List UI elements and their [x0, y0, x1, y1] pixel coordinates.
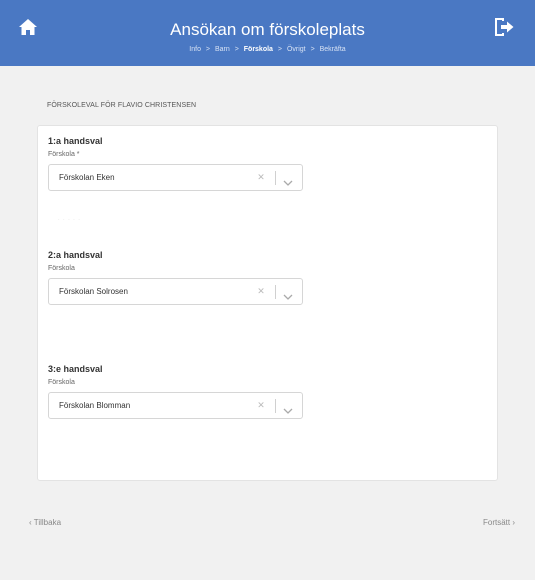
breadcrumb-step-barn[interactable]: Barn — [215, 46, 230, 53]
logout-icon[interactable] — [495, 18, 515, 36]
breadcrumb-separator: > — [205, 46, 211, 53]
second-choice-value: Förskolan Solrosen — [59, 287, 128, 296]
app-header: Ansökan om förskoleplats Info > Barn > F… — [0, 0, 535, 66]
breadcrumb-step-ovrigt[interactable]: Övrigt — [287, 46, 306, 53]
select-divider — [275, 171, 276, 185]
first-choice-group: 1:a handsval Förskola * Förskolan Eken ✕… — [48, 136, 303, 223]
first-choice-heading: 1:a handsval — [48, 136, 103, 146]
breadcrumb-separator: > — [234, 46, 239, 53]
breadcrumb-separator: > — [277, 46, 282, 53]
select-divider — [275, 285, 276, 299]
breadcrumb: Info > Barn > Förskola > Övrigt > Bekräf… — [0, 46, 535, 53]
third-choice-group: 3:e handsval Förskola Förskolan Blomman … — [48, 364, 303, 419]
second-choice-group: 2:a handsval Förskola Förskolan Solrosen… — [48, 250, 303, 305]
preschool-choices-card: 1:a handsval Förskola * Förskolan Eken ✕… — [37, 125, 498, 481]
breadcrumb-step-bekrafta[interactable]: Bekräfta — [320, 46, 346, 53]
continue-link[interactable]: Fortsätt › — [483, 518, 515, 527]
second-choice-label: Förskola — [48, 265, 75, 272]
chevron-down-icon[interactable] — [283, 174, 293, 186]
back-link[interactable]: ‹ Tillbaka — [29, 518, 61, 527]
chevron-down-icon[interactable] — [283, 402, 293, 414]
first-choice-select[interactable]: Förskolan Eken ✕ — [48, 164, 303, 191]
first-choice-label: Förskola * — [48, 151, 80, 158]
section-title: FÖRSKOLEVAL FÖR FLAVIO CHRISTENSEN — [47, 102, 197, 109]
faint-helper-text: · · · · · — [58, 217, 81, 223]
third-choice-clear-icon[interactable]: ✕ — [256, 400, 266, 410]
page-title: Ansökan om förskoleplats — [170, 20, 365, 39]
third-choice-select[interactable]: Förskolan Blomman ✕ — [48, 392, 303, 419]
breadcrumb-step-forskola[interactable]: Förskola — [244, 46, 273, 53]
select-divider — [275, 399, 276, 413]
first-choice-value: Förskolan Eken — [59, 173, 115, 182]
second-choice-heading: 2:a handsval — [48, 250, 103, 260]
third-choice-label: Förskola — [48, 379, 75, 386]
breadcrumb-step-info[interactable]: Info — [189, 46, 201, 53]
third-choice-value: Förskolan Blomman — [59, 401, 131, 410]
first-choice-clear-icon[interactable]: ✕ — [256, 172, 266, 182]
third-choice-heading: 3:e handsval — [48, 364, 103, 374]
chevron-down-icon[interactable] — [283, 288, 293, 300]
second-choice-clear-icon[interactable]: ✕ — [256, 286, 266, 296]
second-choice-select[interactable]: Förskolan Solrosen ✕ — [48, 278, 303, 305]
breadcrumb-separator: > — [310, 46, 315, 53]
